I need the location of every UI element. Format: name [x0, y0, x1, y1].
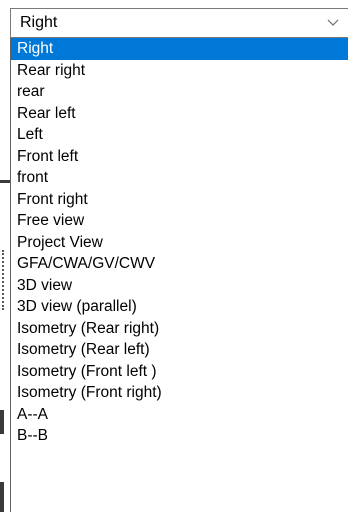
view-dropdown-list: Right Rear right rear Rear left Left Fro… [10, 38, 348, 512]
combobox-value: Right [20, 14, 58, 31]
dropdown-item-3d-view[interactable]: 3D view [11, 275, 348, 297]
dropdown-item-right[interactable]: Right [11, 38, 348, 60]
dropdown-item-rear-right[interactable]: Rear right [11, 60, 348, 82]
dropdown-item-rear-left[interactable]: Rear left [11, 103, 348, 125]
dropdown-item-isometry-rear-left[interactable]: Isometry (Rear left) [11, 339, 348, 361]
background-line [0, 180, 10, 183]
dropdown-item-3d-view-parallel[interactable]: 3D view (parallel) [11, 296, 348, 318]
view-combobox[interactable]: Right [10, 8, 348, 38]
dropdown-item-gfa-cwa-gv-cwv[interactable]: GFA/CWA/GV/CWV [11, 253, 348, 275]
background-dotted-line [2, 250, 10, 310]
dropdown-item-left[interactable]: Left [11, 124, 348, 146]
dropdown-item-project-view[interactable]: Project View [11, 232, 348, 254]
dropdown-item-front-right[interactable]: Front right [11, 189, 348, 211]
dropdown-item-isometry-front-left[interactable]: Isometry (Front left ) [11, 361, 348, 383]
background-line [0, 482, 4, 512]
dropdown-item-isometry-front-right[interactable]: Isometry (Front right) [11, 382, 348, 404]
dropdown-item-free-view[interactable]: Free view [11, 210, 348, 232]
chevron-down-icon[interactable] [322, 12, 344, 34]
screen: Right Right Rear right rear Rear left Le… [0, 0, 348, 512]
dropdown-item-section-b-b[interactable]: B--B [11, 425, 348, 447]
dropdown-item-rear[interactable]: rear [11, 81, 348, 103]
dropdown-item-front[interactable]: front [11, 167, 348, 189]
dropdown-item-isometry-rear-right[interactable]: Isometry (Rear right) [11, 318, 348, 340]
background-line [0, 410, 4, 434]
dropdown-item-section-a-a[interactable]: A--A [11, 404, 348, 426]
dropdown-item-front-left[interactable]: Front left [11, 146, 348, 168]
